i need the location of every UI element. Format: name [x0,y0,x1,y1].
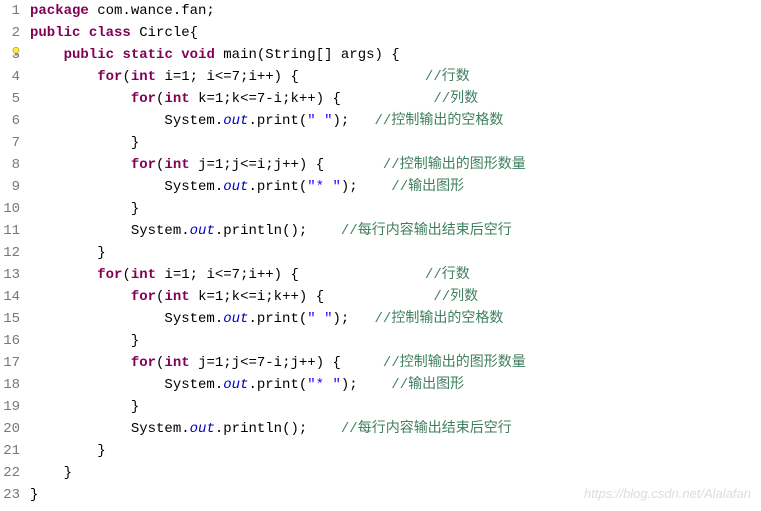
line-number: 21 [0,440,20,462]
code-line: System.out.println(); //每行内容输出结束后空行 [30,220,761,242]
code-line: System.out.print(" "); //控制输出的空格数 [30,110,761,132]
line-number: 9 [0,176,20,198]
code-line: public static void main(String[] args) { [30,44,761,66]
code-line: System.out.print("* "); //输出图形 [30,374,761,396]
watermark-text: https://blog.csdn.net/Alalafan [584,483,751,505]
line-number-gutter: 1 2 3 4 5 6 7 8 9 10 11 12 13 14 15 16 1… [0,0,24,506]
code-line: for(int i=1; i<=7;i++) { //行数 [30,66,761,88]
code-line: } [30,396,761,418]
code-line: } [30,462,761,484]
code-line: for(int i=1; i<=7;i++) { //行数 [30,264,761,286]
line-number: 13 [0,264,20,286]
line-number: 16 [0,330,20,352]
line-number: 12 [0,242,20,264]
code-line: for(int j=1;j<=i;j++) { //控制输出的图形数量 [30,154,761,176]
code-line: } [30,132,761,154]
code-line: public class Circle{ [30,22,761,44]
code-line: for(int j=1;j<=7-i;j++) { //控制输出的图形数量 [30,352,761,374]
code-line: } [30,440,761,462]
line-number: 2 [0,22,20,44]
line-number: 10 [0,198,20,220]
lightbulb-icon [10,45,22,57]
line-number: 5 [0,88,20,110]
line-number: 15 [0,308,20,330]
code-editor: 1 2 3 4 5 6 7 8 9 10 11 12 13 14 15 16 1… [0,0,761,506]
line-number: 14 [0,286,20,308]
line-number: 6 [0,110,20,132]
line-number: 1 [0,0,20,22]
line-number: 20 [0,418,20,440]
line-number: 17 [0,352,20,374]
code-line: System.out.print(" "); //控制输出的空格数 [30,308,761,330]
code-line: for(int k=1;k<=i;k++) { //列数 [30,286,761,308]
line-number: 22 [0,462,20,484]
line-number: 4 [0,66,20,88]
code-line: System.out.print("* "); //输出图形 [30,176,761,198]
code-line: } [30,198,761,220]
line-number: 23 [0,484,20,506]
line-number: 8 [0,154,20,176]
code-line: package com.wance.fan; [30,0,761,22]
line-number: 7 [0,132,20,154]
line-number: 18 [0,374,20,396]
code-line: } [30,242,761,264]
line-number: 19 [0,396,20,418]
code-line: for(int k=1;k<=7-i;k++) { //列数 [30,88,761,110]
line-number: 11 [0,220,20,242]
code-line: System.out.println(); //每行内容输出结束后空行 [30,418,761,440]
code-area[interactable]: package com.wance.fan; public class Circ… [24,0,761,506]
code-line: } [30,330,761,352]
